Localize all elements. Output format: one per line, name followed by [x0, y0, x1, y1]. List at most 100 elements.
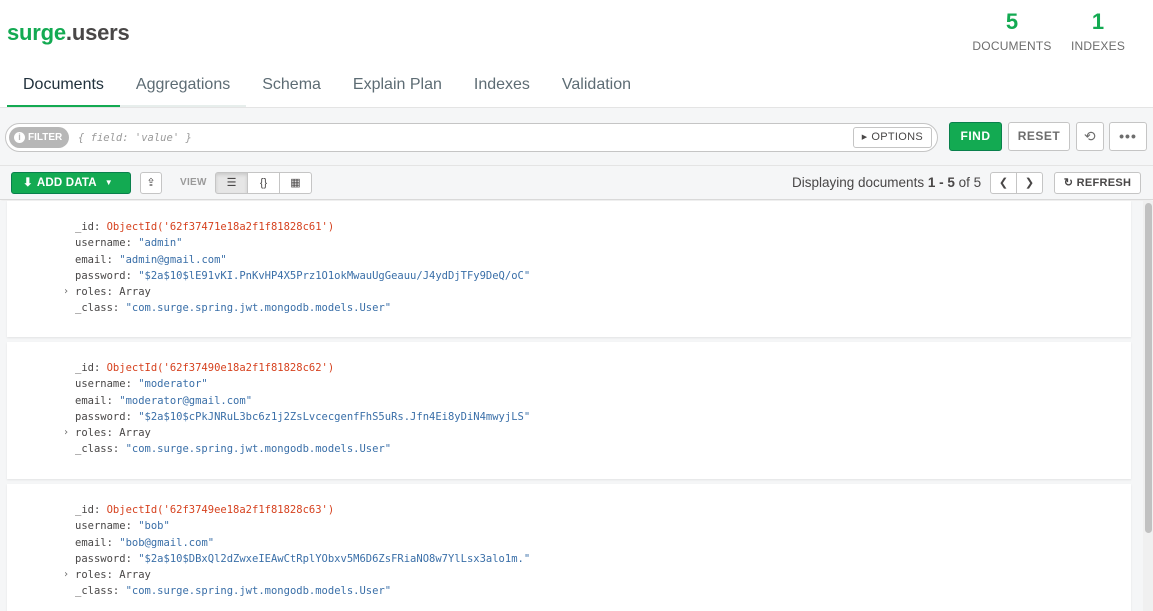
documents-count: 5: [1005, 9, 1019, 34]
view-switcher: ☰ {} ▦: [215, 172, 312, 194]
tab-validation[interactable]: Validation: [546, 66, 647, 108]
collection-namespace: surge.users: [7, 20, 130, 46]
field-value: Array: [119, 569, 151, 582]
tab-aggregations[interactable]: Aggregations: [119, 66, 247, 108]
field-class[interactable]: _class: "com.surge.spring.jwt.mongodb.mo…: [7, 441, 530, 457]
field-roles[interactable]: › roles: Array: [7, 567, 530, 583]
field-key: roles:: [75, 427, 120, 440]
document-card[interactable]: _id: ObjectId('62f3749ee18a2f1f81828c63'…: [7, 484, 1131, 611]
expand-arrow-icon[interactable]: ›: [63, 425, 69, 441]
field-key: email:: [75, 536, 120, 549]
scrollbar-thumb[interactable]: [1145, 203, 1152, 533]
field-email[interactable]: email: "bob@gmail.com": [7, 535, 530, 551]
field-key: email:: [75, 253, 120, 266]
document-fields: _id: ObjectId('62f37471e18a2f1f81828c61'…: [7, 219, 530, 317]
ellipsis-icon: •••: [1119, 128, 1137, 144]
more-options-button[interactable]: •••: [1109, 122, 1147, 151]
field-key: username:: [75, 378, 139, 391]
field-value: Array: [119, 286, 151, 299]
document-list-scrollbar[interactable]: [1143, 201, 1153, 611]
tab-schema[interactable]: Schema: [246, 66, 337, 108]
field-password[interactable]: password: "$2a$10$DBxQl2dZwxeIEAwCtRplYO…: [7, 551, 530, 567]
previous-page-button[interactable]: ❮: [990, 172, 1017, 194]
indexes-label: INDEXES: [1070, 39, 1126, 53]
field-password[interactable]: password: "$2a$10$lE91vKI.PnKvHP4X5Prz1O…: [7, 268, 530, 284]
field-class[interactable]: _class: "com.surge.spring.jwt.mongodb.mo…: [7, 583, 530, 599]
field-username[interactable]: username: "admin": [7, 235, 530, 251]
options-button[interactable]: ▶ OPTIONS: [852, 127, 932, 148]
field-value: "moderator": [138, 378, 208, 391]
field-value: "com.surge.spring.jwt.mongodb.models.Use…: [125, 302, 392, 315]
filter-input[interactable]: [78, 130, 838, 146]
next-page-button[interactable]: ❯: [1016, 172, 1043, 194]
field-email[interactable]: email: "admin@gmail.com": [7, 252, 530, 268]
field-email[interactable]: email: "moderator@gmail.com": [7, 393, 530, 409]
refresh-button[interactable]: ↻ REFRESH: [1054, 172, 1141, 194]
database-name: surge: [7, 20, 66, 45]
field-value: "$2a$10$DBxQl2dZwxeIEAwCtRplYObxv5M6D6Zs…: [138, 552, 531, 565]
tab-indexes[interactable]: Indexes: [458, 66, 546, 108]
field-key: password:: [75, 410, 139, 423]
tab-documents[interactable]: Documents: [7, 66, 120, 108]
json-view-icon: {}: [259, 177, 268, 189]
list-view-button[interactable]: ☰: [215, 172, 248, 194]
add-data-button[interactable]: ⬇ ADD DATA ▼: [11, 172, 131, 194]
expand-arrow-icon[interactable]: ›: [63, 284, 69, 300]
chevron-right-icon: ❯: [1024, 177, 1035, 189]
field-value: Array: [119, 427, 151, 440]
field-key: roles:: [75, 286, 120, 299]
field-roles[interactable]: › roles: Array: [7, 425, 530, 441]
field-key: _id:: [75, 221, 107, 233]
filter-box: i FILTER ▶OPTIONS: [5, 123, 938, 152]
list-view-icon: ☰: [226, 177, 237, 189]
indexes-count: 1: [1091, 9, 1105, 34]
field-value: "admin": [138, 237, 183, 250]
field-id[interactable]: _id: ObjectId('62f37490e18a2f1f81828c62'…: [7, 360, 530, 376]
view-label: VIEW: [180, 177, 207, 188]
field-key: password:: [75, 552, 139, 565]
collection-name: .users: [65, 20, 130, 45]
document-card[interactable]: _id: ObjectId('62f37490e18a2f1f81828c62'…: [7, 342, 1131, 479]
table-view-button[interactable]: ▦: [279, 172, 312, 194]
document-list: _id: ObjectId('62f37471e18a2f1f81828c61'…: [0, 201, 1143, 611]
field-id[interactable]: _id: ObjectId('62f3749ee18a2f1f81828c63'…: [7, 502, 530, 518]
field-value: "bob": [138, 520, 170, 533]
field-value: "bob@gmail.com": [119, 536, 215, 549]
documents-label: DOCUMENTS: [972, 39, 1052, 53]
field-username[interactable]: username: "bob": [7, 518, 530, 534]
reset-button[interactable]: RESET: [1008, 122, 1070, 151]
field-key: password:: [75, 269, 139, 282]
field-key: roles:: [75, 569, 120, 582]
refresh-label: REFRESH: [1076, 177, 1132, 189]
field-id[interactable]: _id: ObjectId('62f37471e18a2f1f81828c61'…: [7, 219, 530, 235]
displaying-range: 1 - 5: [927, 175, 955, 190]
document-card[interactable]: _id: ObjectId('62f37471e18a2f1f81828c61'…: [7, 201, 1131, 337]
history-button[interactable]: ⟲: [1076, 122, 1104, 151]
field-value: "moderator@gmail.com": [119, 394, 253, 407]
find-button[interactable]: FIND: [949, 122, 1002, 151]
field-username[interactable]: username: "moderator": [7, 376, 530, 392]
filter-label-pill[interactable]: i FILTER: [9, 127, 70, 148]
field-key: _class:: [75, 302, 126, 315]
collection-tabs: Documents Aggregations Schema Explain Pl…: [7, 66, 647, 108]
json-view-button[interactable]: {}: [247, 172, 280, 194]
documents-toolbar: ⬇ ADD DATA ▼ ⇪ VIEW ☰ {} ▦ Displaying docu…: [0, 166, 1153, 200]
export-button[interactable]: ⇪: [140, 172, 162, 194]
field-value: "com.surge.spring.jwt.mongodb.models.Use…: [125, 443, 392, 456]
history-icon: ⟲: [1083, 128, 1097, 144]
info-icon: i: [14, 132, 25, 143]
field-key: _class:: [75, 443, 126, 456]
indexes-stat: 1 INDEXES: [1066, 8, 1130, 53]
field-key: username:: [75, 520, 139, 533]
field-roles[interactable]: › roles: Array: [7, 284, 530, 300]
chevron-left-icon: ❮: [998, 177, 1009, 189]
displaying-total: 5: [973, 175, 982, 190]
export-icon: ⇪: [146, 177, 156, 189]
caret-right-icon: ▶: [861, 134, 868, 141]
field-class[interactable]: _class: "com.surge.spring.jwt.mongodb.mo…: [7, 300, 530, 316]
tab-explain-plan[interactable]: Explain Plan: [337, 66, 458, 108]
download-icon: ⬇: [23, 177, 33, 189]
expand-arrow-icon[interactable]: ›: [63, 567, 69, 583]
field-value: ObjectId('62f37490e18a2f1f81828c62'): [106, 362, 335, 374]
field-password[interactable]: password: "$2a$10$cPkJNRuL3bc6z1j2ZsLvce…: [7, 409, 530, 425]
